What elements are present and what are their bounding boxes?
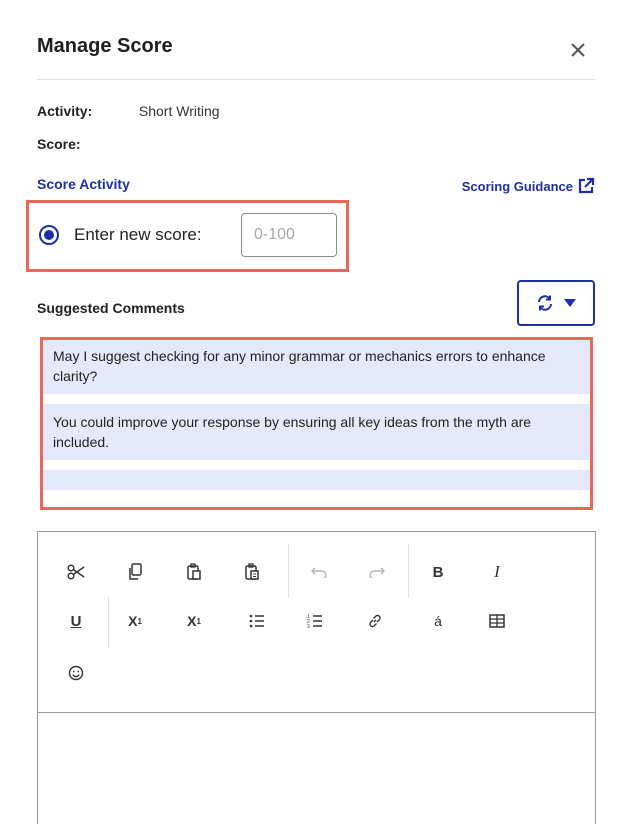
redo-icon[interactable]	[362, 557, 392, 587]
scoring-guidance-label: Scoring Guidance	[461, 178, 573, 194]
superscript-icon[interactable]: X1	[120, 606, 150, 636]
refresh-icon	[538, 295, 552, 311]
italic-icon[interactable]: I	[482, 557, 512, 587]
suggested-comment-item[interactable]: You could improve your response by ensur…	[43, 404, 590, 460]
toolbar-separator	[288, 544, 289, 598]
table-icon[interactable]	[482, 606, 512, 636]
suggested-comment-item[interactable]: May I suggest checking for any minor gra…	[43, 340, 590, 394]
enter-score-radio[interactable]	[39, 225, 59, 245]
paste-from-word-icon[interactable]	[237, 557, 267, 587]
comment-editor: B I U X1 X1 123 á	[37, 531, 596, 824]
numbered-list-icon[interactable]: 123	[300, 606, 330, 636]
dialog-header: Manage Score	[37, 0, 596, 80]
subscript-icon[interactable]: X1	[179, 606, 209, 636]
toolbar-separator	[408, 544, 409, 598]
bulleted-list-icon[interactable]	[242, 606, 272, 636]
score-label: Score:	[37, 136, 81, 152]
toolbar-separator	[108, 596, 109, 648]
bold-icon[interactable]: B	[423, 557, 453, 587]
link-icon[interactable]	[360, 606, 390, 636]
enter-score-label: Enter new score:	[74, 225, 202, 244]
activity-value: Short Writing	[138, 103, 220, 119]
editor-toolbar: B I U X1 X1 123 á	[38, 532, 595, 713]
undo-icon[interactable]	[304, 557, 334, 587]
score-input[interactable]	[241, 213, 337, 257]
refresh-comments-button[interactable]	[517, 280, 595, 326]
suggested-comments-heading: Suggested Comments	[37, 300, 185, 316]
external-link-icon	[578, 177, 595, 194]
underline-icon[interactable]: U	[61, 606, 91, 636]
score-row: Score:	[37, 136, 135, 152]
close-icon[interactable]	[568, 40, 588, 60]
special-character-icon[interactable]: á	[423, 606, 453, 636]
scoring-guidance-link[interactable]: Scoring Guidance	[462, 177, 595, 195]
score-entry-group: Enter new score:	[26, 200, 349, 272]
editor-text-area[interactable]	[38, 713, 595, 824]
chevron-down-icon	[564, 299, 576, 307]
activity-row: Activity: Short Writing	[37, 103, 220, 119]
score-activity-heading: Score Activity	[37, 176, 130, 192]
suggested-comment-item-partial[interactable]	[43, 470, 590, 490]
suggested-comments-list: May I suggest checking for any minor gra…	[40, 337, 593, 510]
cut-icon[interactable]	[61, 557, 91, 587]
emoji-icon[interactable]	[61, 658, 91, 688]
dialog-title: Manage Score	[37, 35, 173, 57]
copy-icon[interactable]	[120, 557, 150, 587]
activity-label: Activity:	[37, 103, 93, 119]
paste-icon[interactable]	[179, 557, 209, 587]
svg-text:3: 3	[307, 624, 310, 628]
